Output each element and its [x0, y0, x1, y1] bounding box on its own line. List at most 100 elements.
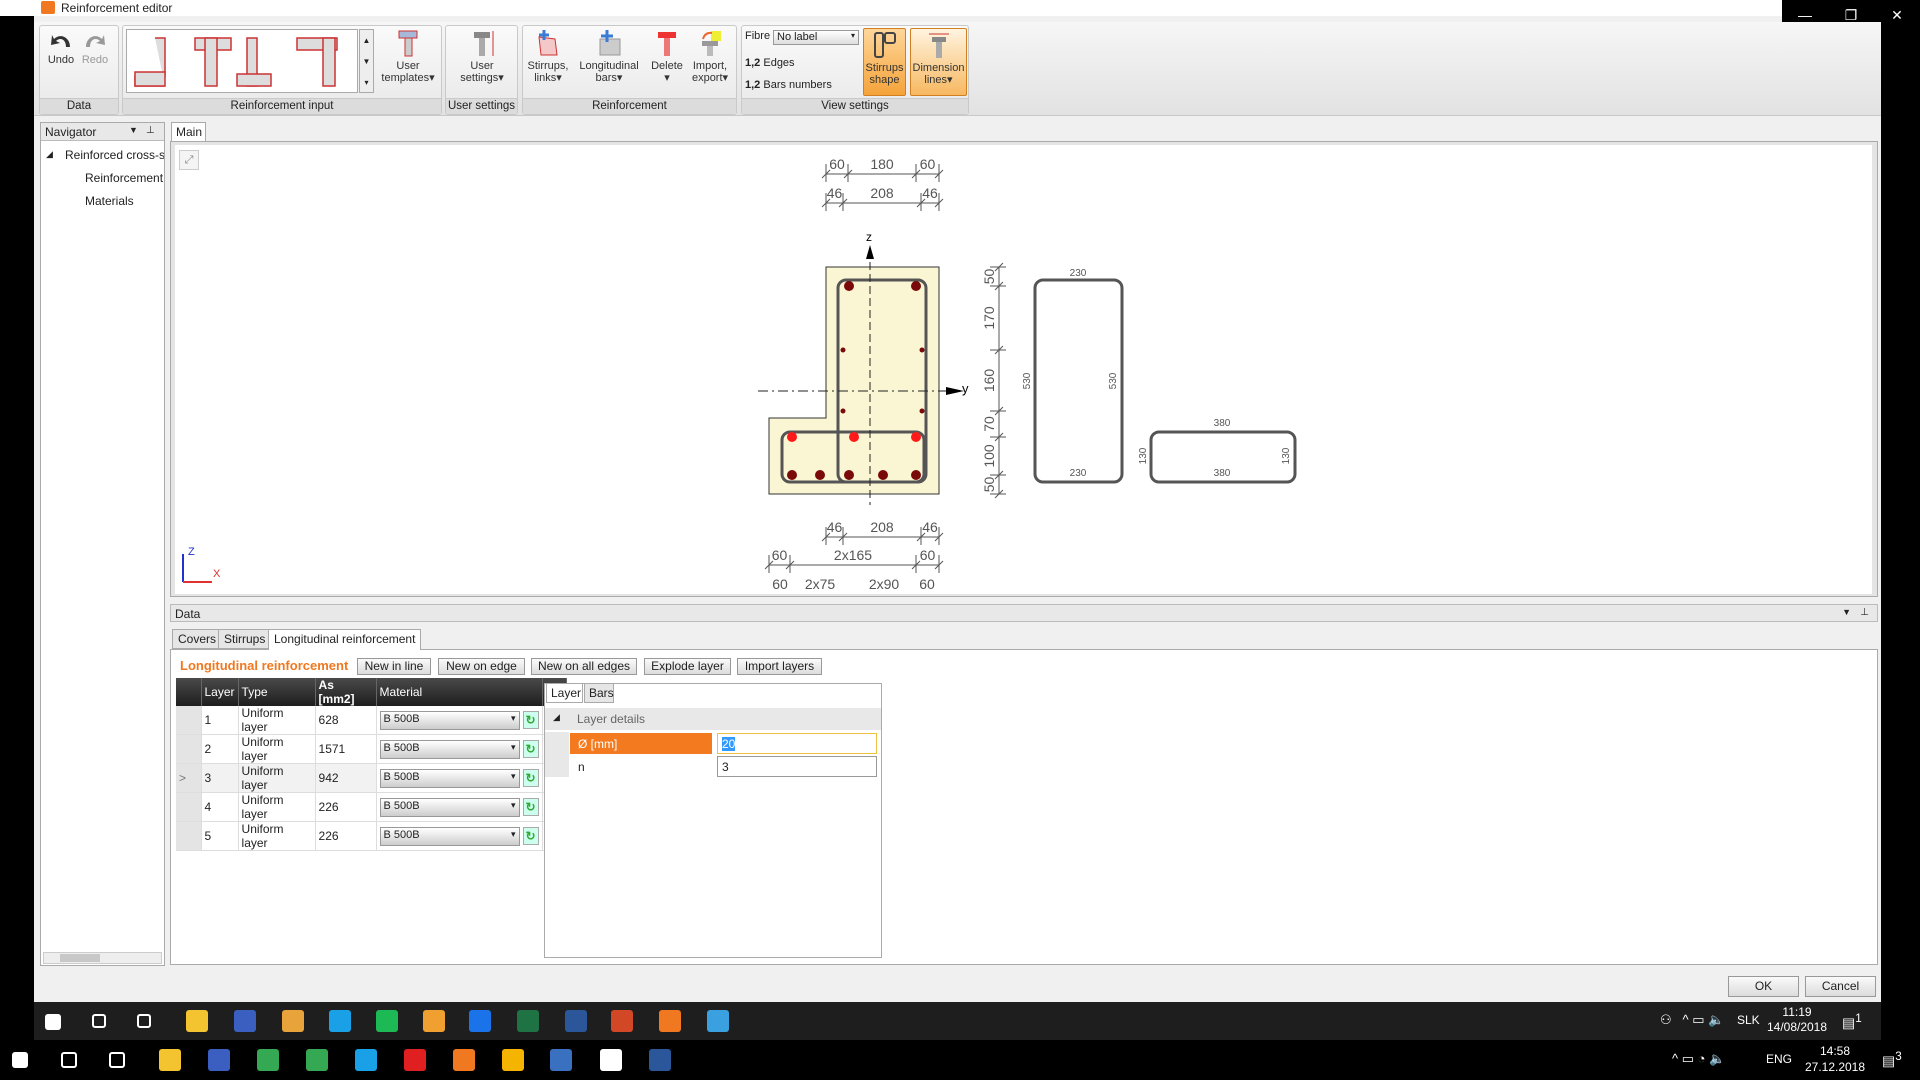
new-in-line-button[interactable]: New in line: [357, 658, 431, 675]
tray-icons[interactable]: ^ ▭ ◔ 🔈: [1672, 1051, 1725, 1067]
rebar[interactable]: [919, 347, 925, 353]
pin-icon[interactable]: ⊥: [1860, 607, 1869, 618]
rebar[interactable]: [815, 470, 825, 480]
col-layer[interactable]: Layer: [201, 678, 239, 706]
explode-layer-button[interactable]: Explode layer: [644, 658, 731, 675]
edit-material-icon[interactable]: ↻: [522, 769, 539, 787]
taskbar-app-icon[interactable]: [550, 1049, 572, 1071]
rebar[interactable]: [844, 470, 854, 480]
table-row[interactable]: 1 Uniform layer 628 B 500B↻ ✖: [176, 706, 567, 735]
prop-n-input[interactable]: 3: [717, 756, 877, 777]
taskbar-app-icon[interactable]: [659, 1010, 681, 1032]
tab-layer[interactable]: Layer: [546, 683, 583, 703]
material-dropdown[interactable]: B 500B: [379, 826, 520, 846]
taskbar-app-icon[interactable]: [517, 1010, 539, 1032]
taskbar-app-icon[interactable]: [600, 1049, 622, 1071]
rebar[interactable]: [787, 470, 797, 480]
tab-longitudinal-reinforcement[interactable]: Longitudinal reinforcement: [268, 629, 422, 650]
cell-as: 226: [315, 792, 377, 822]
row-marker[interactable]: [176, 706, 202, 735]
cell-material: B 500B ↻: [376, 821, 543, 851]
rebar[interactable]: [911, 432, 921, 442]
rebar[interactable]: [878, 470, 888, 480]
taskbar-app-icon[interactable]: [329, 1010, 351, 1032]
cancel-button[interactable]: Cancel: [1805, 976, 1876, 997]
taskbar-app-icon[interactable]: [376, 1010, 398, 1032]
rebar[interactable]: [911, 470, 921, 480]
rebar[interactable]: [840, 347, 846, 353]
task-view-icon[interactable]: [137, 1014, 151, 1028]
row-marker[interactable]: [176, 792, 202, 822]
taskbar-app-icon[interactable]: [234, 1010, 256, 1032]
taskbar-app-icon[interactable]: [565, 1010, 587, 1032]
rebar[interactable]: [919, 408, 925, 414]
taskbar-app-icon[interactable]: [159, 1049, 181, 1071]
collapse-icon[interactable]: ◢: [553, 712, 560, 723]
row-marker[interactable]: [176, 734, 202, 764]
tray-clock[interactable]: 11:19 14/08/2018: [1762, 1005, 1832, 1035]
tab-bars[interactable]: Bars: [584, 683, 614, 703]
table-row[interactable]: 2 Uniform layer 1571 B 500B↻ ✖: [176, 734, 567, 764]
search-icon[interactable]: [92, 1014, 106, 1028]
rebar[interactable]: [911, 281, 921, 291]
col-as[interactable]: As [mm2]: [315, 678, 377, 706]
row-marker[interactable]: >: [176, 763, 202, 793]
rebar[interactable]: [844, 281, 854, 291]
table-row[interactable]: > 3 Uniform layer 942 B 500B↻ ✖: [176, 763, 567, 793]
notification-icon[interactable]: ▤3: [1882, 1050, 1902, 1070]
new-on-all-edges-button[interactable]: New on all edges: [531, 658, 637, 675]
taskbar-app-icon[interactable]: [502, 1049, 524, 1071]
edit-material-icon[interactable]: ↻: [522, 827, 539, 845]
dimension-label: 100: [981, 444, 997, 468]
taskbar-app-icon[interactable]: [469, 1010, 491, 1032]
tab-stirrups[interactable]: Stirrups: [218, 629, 272, 649]
taskbar-app-icon[interactable]: [257, 1049, 279, 1071]
chevron-down-icon[interactable]: ▼: [1842, 607, 1851, 617]
new-on-edge-button[interactable]: New on edge: [438, 658, 525, 675]
tab-covers[interactable]: Covers: [172, 629, 223, 649]
rebar[interactable]: [849, 432, 859, 442]
prop-diameter-input[interactable]: 20: [717, 733, 877, 754]
taskbar-app-icon[interactable]: [404, 1049, 426, 1071]
taskbar-app-icon[interactable]: [306, 1049, 328, 1071]
outer-taskbar: [0, 1040, 1920, 1080]
col-type[interactable]: Type: [238, 678, 316, 706]
start-button[interactable]: [45, 1014, 61, 1030]
taskbar-app-icon[interactable]: [707, 1010, 729, 1032]
table-row[interactable]: 4 Uniform layer 226 B 500B↻ ✖: [176, 792, 567, 822]
taskbar-app-icon[interactable]: [453, 1049, 475, 1071]
import-layers-button[interactable]: Import layers: [737, 658, 822, 675]
taskbar-app-icon[interactable]: [186, 1010, 208, 1032]
notification-icon[interactable]: ▤1: [1842, 1012, 1862, 1032]
taskbar-app-icon[interactable]: [423, 1010, 445, 1032]
taskbar-app-icon[interactable]: [611, 1010, 633, 1032]
taskbar-app-icon[interactable]: [355, 1049, 377, 1071]
ok-button[interactable]: OK: [1728, 976, 1799, 997]
material-dropdown[interactable]: B 500B: [379, 739, 520, 759]
tray-clock[interactable]: 14:58 27.12.2018: [1800, 1043, 1870, 1075]
rebar[interactable]: [840, 408, 846, 414]
taskbar-app-icon[interactable]: [208, 1049, 230, 1071]
material-dropdown[interactable]: B 500B: [379, 768, 520, 788]
tray-icons[interactable]: ⚇ ^ ▭ 🔈: [1660, 1012, 1724, 1028]
tray-lang[interactable]: ENG: [1766, 1052, 1792, 1066]
start-button[interactable]: [12, 1052, 28, 1068]
rebar[interactable]: [787, 432, 797, 442]
material-dropdown[interactable]: B 500B: [379, 797, 520, 817]
tray-lang[interactable]: SLK: [1737, 1013, 1760, 1027]
navigator-scrollbar[interactable]: [43, 952, 162, 964]
taskbar-app-icon[interactable]: [282, 1010, 304, 1032]
table-row[interactable]: 5 Uniform layer 226 B 500B↻ ✖: [176, 821, 567, 851]
taskbar-app-icon[interactable]: [649, 1049, 671, 1071]
edit-material-icon[interactable]: ↻: [522, 798, 539, 816]
task-view-icon[interactable]: [109, 1052, 125, 1068]
col-material[interactable]: Material: [376, 678, 543, 706]
dimension-label: 60: [829, 156, 845, 172]
material-dropdown[interactable]: B 500B: [379, 710, 520, 730]
edit-material-icon[interactable]: ↻: [522, 711, 539, 729]
edit-material-icon[interactable]: ↻: [522, 740, 539, 758]
row-marker[interactable]: [176, 821, 202, 851]
scrollbar-thumb[interactable]: [60, 954, 100, 962]
dimension-label: 60: [772, 547, 788, 563]
search-icon[interactable]: [61, 1052, 77, 1068]
